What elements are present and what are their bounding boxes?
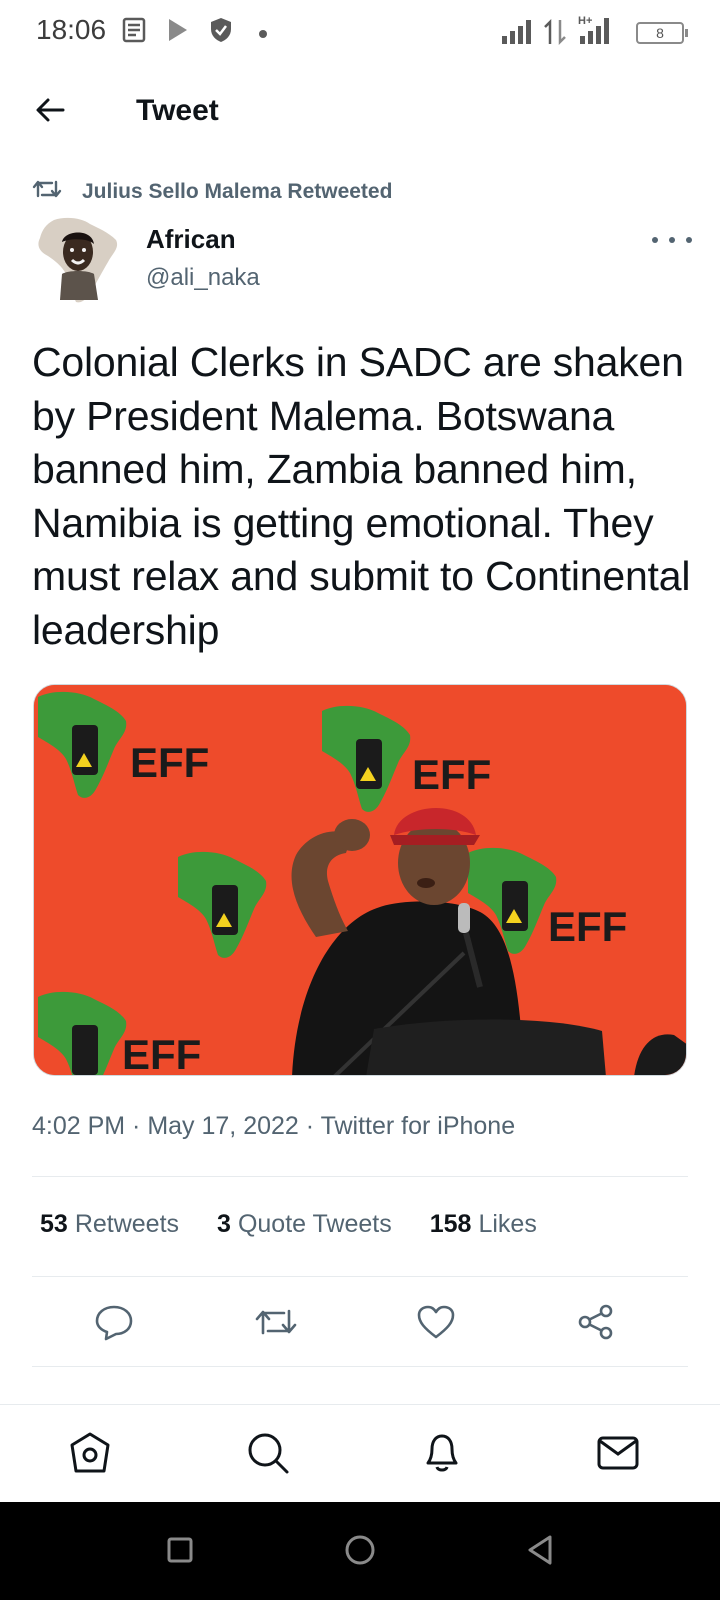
eff-banner-label: EFF [412,751,491,798]
eff-banner-label: EFF [548,903,627,950]
like-button[interactable] [412,1300,460,1348]
signal-strength-icon [500,18,538,51]
avatar[interactable] [32,214,122,308]
author-handle[interactable]: @ali_naka [146,264,260,292]
recents-button[interactable] [160,1532,200,1572]
home-circle-icon [344,1534,376,1571]
retweet-context[interactable]: Julius Sello Malema Retweeted [32,178,392,205]
home-system-button[interactable] [340,1532,380,1572]
nav-home[interactable] [64,1429,116,1481]
author-name[interactable]: African [146,224,236,255]
messages-envelope-icon [596,1433,640,1478]
status-time: 18:06 [36,14,107,45]
likes-count-link[interactable]: 158 Likes [430,1210,537,1239]
tweet-action-bar [0,1300,720,1348]
retweet-icon [254,1305,298,1344]
share-button[interactable] [572,1300,620,1348]
nav-messages[interactable] [592,1429,644,1481]
stat-count: 3 [217,1210,231,1238]
tweet-photo: EFF EFF EFF EFF [34,685,686,1076]
divider [32,1176,688,1177]
more-options-button[interactable] [652,230,692,250]
retweet-button[interactable] [252,1300,300,1348]
system-navigation-bar [0,1502,720,1600]
top-app-bar: Tweet [0,72,720,152]
share-icon [576,1303,616,1346]
more-dot-icon [652,237,658,243]
stat-label: Quote Tweets [237,1210,392,1238]
back-system-button[interactable] [520,1532,560,1572]
retweet-context-label: Julius Sello Malema Retweeted [82,179,393,203]
retweet-icon [32,178,62,205]
divider [32,1276,688,1277]
notifications-bell-icon [420,1431,464,1480]
eff-banner-label: EFF [122,1031,201,1076]
status-bar: 18:06 H+ 8 [0,0,720,64]
data-transfer-icon [542,18,568,51]
battery-level: 8 [656,25,664,41]
tweet-timestamp-source: 4:02 PM · May 17, 2022 · Twitter for iPh… [32,1112,516,1140]
bottom-navigation [0,1404,720,1502]
home-icon [68,1431,112,1480]
nav-search[interactable] [242,1429,294,1481]
divider [32,1366,688,1367]
eff-banner-label: EFF [130,739,209,786]
reply-button[interactable] [90,1300,138,1348]
back-button[interactable] [30,92,70,132]
stat-count: 158 [429,1210,472,1238]
more-dot-icon [686,237,692,243]
network-type-label: H+ [578,15,592,27]
retweets-count-link[interactable]: 53 Retweets [40,1210,179,1239]
engagement-stats: 53 Retweets 3 Quote Tweets 158 Likes [40,1210,537,1239]
dot-icon [258,26,268,44]
reply-icon [94,1303,134,1346]
tweet-media-image[interactable]: EFF EFF EFF EFF [33,684,687,1076]
news-notification-icon [122,16,148,49]
stat-count: 53 [40,1210,68,1238]
stat-label: Retweets [74,1210,180,1238]
battery-indicator: 8 [636,22,688,44]
play-store-icon [166,16,190,49]
stat-label: Likes [478,1210,537,1238]
arrow-left-icon [35,97,65,128]
back-triangle-icon [525,1534,555,1571]
signal-strength-secondary-icon: H+ [578,12,618,51]
nav-notifications[interactable] [416,1429,468,1481]
shield-icon [208,16,234,49]
more-dot-icon [669,237,675,243]
tweet-text: Colonial Clerks in SADC are shaken by Pr… [32,339,691,653]
page-title: Tweet [136,94,219,127]
like-heart-icon [416,1304,456,1345]
search-icon [246,1431,290,1480]
recents-square-icon [166,1536,194,1569]
quote-tweets-count-link[interactable]: 3 Quote Tweets [217,1210,392,1239]
